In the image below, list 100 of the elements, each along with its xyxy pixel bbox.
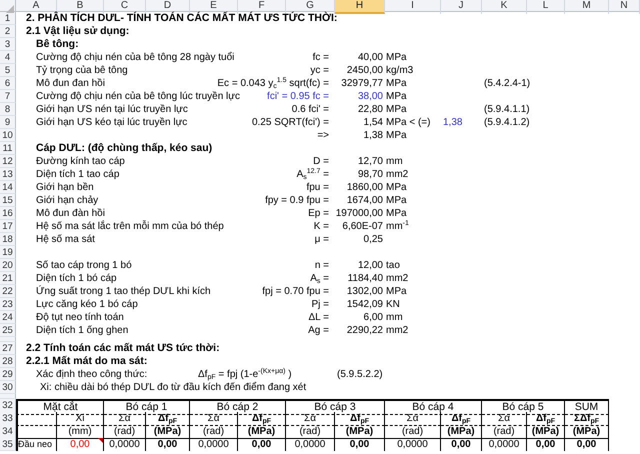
row-header[interactable]: 27 [0, 342, 16, 355]
note-text: Xi: chiều dài bó thép DƯL đo từ đầu kích đến điểm đang xét [39, 381, 308, 394]
column-header[interactable]: J [441, 0, 482, 14]
section-heading: 2.2.1 Mất mát do ma sát: [25, 355, 148, 368]
row-header[interactable]: 11 [0, 142, 16, 155]
parameter-label: Mô đun đàn hồi [35, 207, 105, 220]
code-reference: (5.9.4.1.1) [483, 103, 530, 116]
formula-text: D = [313, 155, 330, 168]
row-header[interactable]: 29 [0, 368, 16, 381]
parameter-label: Tỷ trọng của bê tông [35, 64, 128, 77]
unit-text: MPa [385, 181, 407, 194]
parameter-label: Ứng suất trong 1 tao thép DƯL khi kích [35, 285, 211, 298]
column-header[interactable]: M [565, 0, 609, 14]
table-cell: Đầu neo [16, 438, 57, 451]
row-header[interactable]: 23 [0, 298, 16, 311]
row-header[interactable]: 10 [0, 129, 16, 142]
row-header[interactable]: 21 [0, 272, 16, 285]
parameter-label: Giới hạn ƯS nén tại lúc truyền lực [35, 103, 188, 116]
parameter-value: 0,25 [364, 233, 384, 246]
row-header[interactable]: 33 [0, 412, 16, 426]
parameter-label: Độ tụt neo tính toán [35, 311, 124, 324]
parameter-label: Hệ số ma sát [35, 233, 95, 246]
row-header[interactable]: 34 [0, 425, 16, 439]
row-header[interactable]: 3 [0, 38, 16, 51]
row-header[interactable]: 7 [0, 90, 16, 103]
row-header[interactable]: 2 [0, 25, 16, 38]
table-cell: Δf$_{pF}$ [146, 412, 190, 426]
parameter-label: Giới hạn ƯS kéo tại lúc truyền lực [35, 116, 188, 129]
row-header[interactable]: 1 [0, 12, 16, 25]
table-cell: (MPa) [527, 425, 565, 439]
subsection-heading: Bê tông: [35, 38, 80, 51]
table-cell: 0,00 [238, 438, 286, 451]
unit-text: MPa < (=) [385, 116, 430, 129]
column-group-header: Bó cáp 2 [190, 399, 286, 415]
formula-text: yc = [310, 64, 330, 77]
row-header[interactable]: 35 [0, 438, 16, 451]
row-header[interactable]: 13 [0, 168, 16, 181]
row-header[interactable]: 18 [0, 233, 16, 246]
row-header[interactable]: 30 [0, 381, 16, 394]
parameter-value: 40,00 [358, 51, 384, 64]
formula-text: Δf$_{pF}$ = fpj (1-e$^{-(Kx+μα)}$ ) [197, 368, 292, 381]
unit-text: MPa [385, 285, 407, 298]
parameter-value: 1,54 [364, 116, 384, 129]
formula-text: A$_{s}$ = [310, 272, 330, 285]
table-cell: (MPa) [146, 425, 190, 439]
code-reference: (5.4.2.4-1) [483, 77, 530, 90]
row-header[interactable]: 14 [0, 181, 16, 194]
table-cell: 0,00 [146, 438, 190, 451]
row-header[interactable]: 6 [0, 77, 16, 90]
row-header[interactable]: 28 [0, 355, 16, 368]
parameter-value: 1860,00 [346, 181, 384, 194]
column-group-header: Bó cáp 3 [286, 399, 385, 415]
row-header[interactable]: 5 [0, 64, 16, 77]
unit-text: tao [385, 259, 400, 272]
row-header[interactable]: 17 [0, 220, 16, 233]
row-header[interactable]: 19 [0, 246, 16, 259]
code-reference: (5.9.5.2.2) [336, 368, 383, 381]
row-header[interactable]: 16 [0, 207, 16, 220]
parameter-label: Mô đun đan hồi [35, 77, 105, 90]
table-cell: (rad) [104, 425, 146, 439]
row-header[interactable]: 25 [0, 324, 16, 337]
column-group-header: Bó cáp 5 [482, 399, 565, 415]
parameter-label: Cường độ chịu nén của bê tông 28 ngày tuổi [35, 51, 234, 64]
formula-text: fpy = 0.9 fpu = [265, 194, 330, 207]
column-header[interactable]: I [385, 0, 441, 14]
parameter-label: Đường kính tao cáp [35, 155, 125, 168]
column-header[interactable]: H [335, 0, 385, 14]
unit-text: mm2 [385, 168, 408, 181]
row-header[interactable]: 22 [0, 285, 16, 298]
table-cell: 0,00 [565, 438, 609, 451]
row-header[interactable]: 8 [0, 103, 16, 116]
table-cell: (mm) [57, 425, 104, 439]
formula-text: fpj = 0.70 fpu = [262, 285, 330, 298]
formula-text: μ = [314, 233, 330, 246]
table-cell: (rad) [482, 425, 527, 439]
parameter-label: Lực căng kéo 1 bó cáp [35, 298, 138, 311]
unit-text: KN [385, 298, 400, 311]
row-header[interactable]: 20 [0, 259, 16, 272]
row-header[interactable]: 15 [0, 194, 16, 207]
unit-text: mm [385, 311, 403, 324]
parameter-label: Giới hạn bền [35, 181, 94, 194]
table-cell: 0,00 [527, 438, 565, 451]
parameter-value: 6,60E-07 [342, 220, 384, 233]
row-header[interactable]: 4 [0, 51, 16, 64]
column-header[interactable]: N [609, 0, 640, 14]
table-cell: 0,0000 [104, 438, 146, 451]
table-cell: 0,00 [335, 438, 385, 451]
row-header[interactable]: 24 [0, 311, 16, 324]
column-header[interactable]: K [482, 0, 527, 14]
table-cell: 0,00 [441, 438, 482, 451]
table-cell: 0,0000 [286, 438, 335, 451]
formula-text: 0.6 fci' = [292, 103, 330, 116]
parameter-value: 1302,00 [346, 285, 384, 298]
formula-text: => [317, 129, 330, 142]
column-header[interactable]: L [527, 0, 565, 14]
subsection-heading: Cáp DƯL: (độ chùng thấp, kéo sau) [35, 142, 214, 155]
unit-text: MPa [385, 103, 407, 116]
row-header[interactable]: 9 [0, 116, 16, 129]
unit-text: mm2 [385, 324, 408, 337]
row-header[interactable]: 12 [0, 155, 16, 168]
